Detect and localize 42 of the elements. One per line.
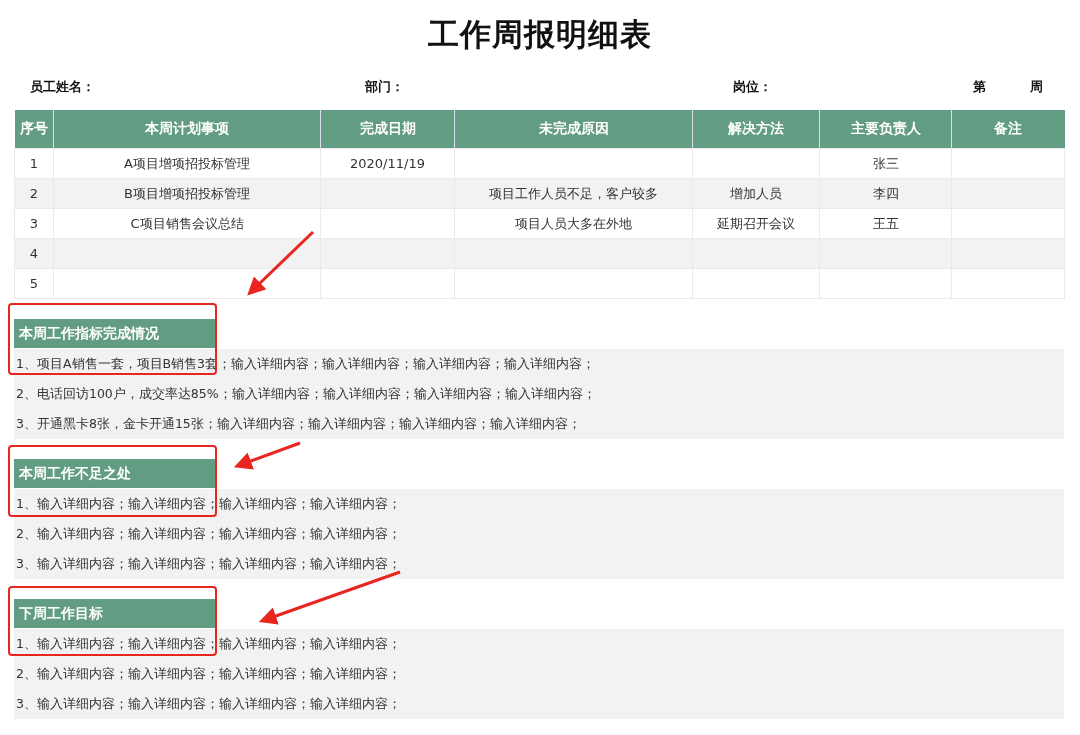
text-line: 2、输入详细内容；输入详细内容；输入详细内容；输入详细内容； <box>15 665 401 683</box>
table-cell: 李四 <box>819 178 952 209</box>
table-cell: 5 <box>14 268 54 299</box>
table-cell: 2020/11/19 <box>320 148 455 179</box>
table-cell: 张三 <box>819 148 952 179</box>
column-header: 本周计划事项 <box>53 110 321 149</box>
table-cell: 1 <box>14 148 54 179</box>
column-header: 主要负责人 <box>819 110 952 149</box>
field-label: 周 <box>1030 78 1043 96</box>
text-line: 3、输入详细内容；输入详细内容；输入详细内容；输入详细内容； <box>15 695 401 713</box>
column-header: 未完成原因 <box>454 110 693 149</box>
field-label: 部门： <box>365 78 405 96</box>
column-header: 解决方法 <box>692 110 820 149</box>
table-cell: 2 <box>14 178 54 209</box>
text-line: 3、输入详细内容；输入详细内容；输入详细内容；输入详细内容； <box>15 555 401 573</box>
section-heading: 本周工作指标完成情况 <box>14 319 217 348</box>
table-cell: 3 <box>14 208 54 239</box>
section-heading: 本周工作不足之处 <box>14 459 217 488</box>
text-line: 2、输入详细内容；输入详细内容；输入详细内容；输入详细内容； <box>15 525 401 543</box>
text-line: 1、输入详细内容；输入详细内容；输入详细内容；输入详细内容； <box>15 635 401 653</box>
text-line: 3、开通黑卡8张，金卡开通15张；输入详细内容；输入详细内容；输入详细内容；输入详细内容； <box>15 415 581 433</box>
field-label: 员工姓名： <box>30 78 96 96</box>
table-cell: B项目增项招投标管理 <box>53 178 321 209</box>
field-label: 第 <box>973 78 987 96</box>
annotation-arrow <box>233 441 301 470</box>
text-line: 1、输入详细内容；输入详细内容；输入详细内容；输入详细内容； <box>15 495 401 513</box>
text-line: 2、电话回访100户，成交率达85%；输入详细内容；输入详细内容；输入详细内容；输入详细内容； <box>15 385 596 403</box>
table-cell: 项目人员大多在外地 <box>454 208 693 239</box>
table-cell: A项目增项招投标管理 <box>53 148 321 179</box>
column-header: 完成日期 <box>320 110 455 149</box>
table-cell: 4 <box>14 238 54 269</box>
table-cell: 增加人员 <box>692 178 820 209</box>
table-cell: 延期召开会议 <box>692 208 820 239</box>
table-cell: 项目工作人员不足，客户较多 <box>454 178 693 209</box>
column-header: 序号 <box>14 110 54 149</box>
section-heading: 下周工作目标 <box>14 599 217 628</box>
annotation-arrow <box>247 230 315 296</box>
column-header: 备注 <box>951 110 1065 149</box>
field-label: 岗位： <box>733 78 773 96</box>
table-cell: C项目销售会议总结 <box>53 208 321 239</box>
table-cell: 王五 <box>819 208 952 239</box>
sheet-title: 工作周报明细表 <box>428 15 652 54</box>
